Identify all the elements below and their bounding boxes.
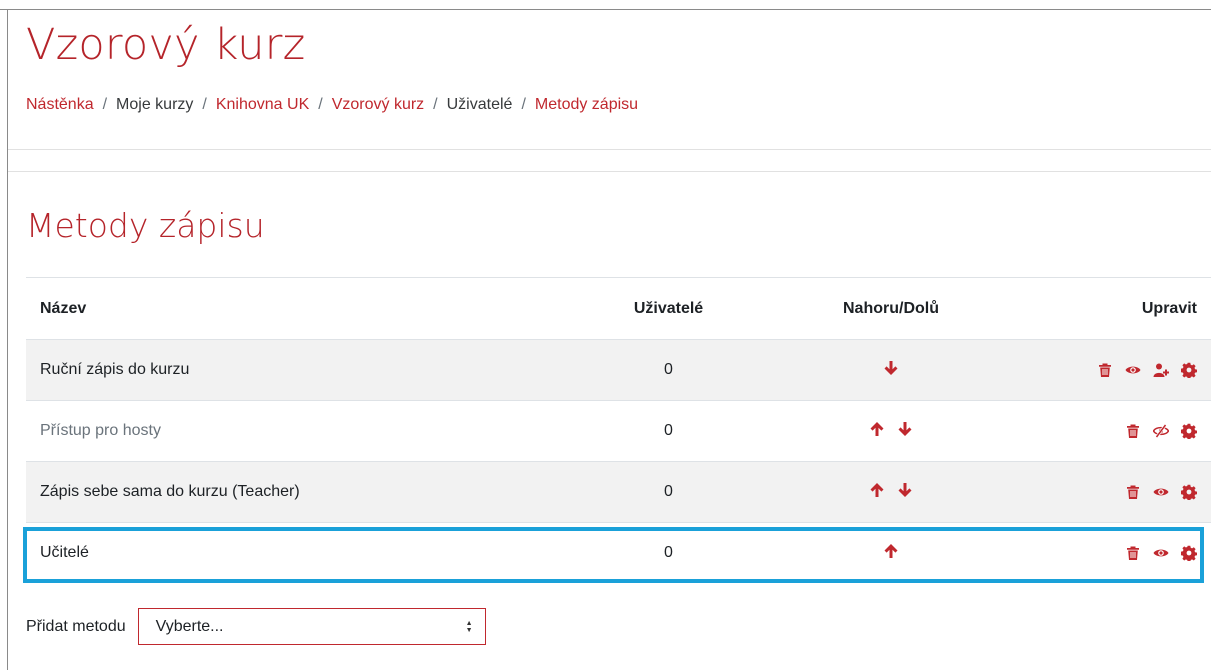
enrolment-methods-table: Název Uživatelé Nahoru/Dolů Upravit Ručn… [26, 277, 1211, 583]
table-row: Učitelé 0 [26, 522, 1211, 583]
move-controls [751, 421, 1031, 442]
edit-controls [1031, 423, 1211, 439]
move-controls [751, 482, 1031, 503]
window-top-edge [0, 0, 1211, 10]
add-method-row: Přidat metodu Vyberte... ▲ ▼ [26, 608, 486, 645]
user-count: 0 [664, 361, 673, 378]
trash-icon[interactable] [1097, 362, 1113, 378]
breadcrumb-item-dashboard[interactable]: Nástěnka [26, 96, 94, 114]
table-row: Zápis sebe sama do kurzu (Teacher) 0 [26, 461, 1211, 522]
breadcrumb-separator: / [318, 96, 323, 113]
column-header-move: Nahoru/Dolů [843, 299, 939, 317]
arrow-up-icon[interactable] [869, 421, 885, 437]
eye-icon[interactable] [1153, 545, 1169, 561]
table-row: Přístup pro hosty 0 [26, 400, 1211, 461]
move-controls [751, 360, 1031, 381]
add-method-select[interactable]: Vyberte... ▲ ▼ [137, 608, 486, 645]
breadcrumb-separator: / [521, 96, 526, 113]
breadcrumb: Nástěnka / Moje kurzy / Knihovna UK / Vz… [26, 96, 638, 114]
method-name: Přístup pro hosty [40, 422, 161, 439]
eye-slash-icon[interactable] [1153, 423, 1169, 439]
eye-icon[interactable] [1125, 362, 1141, 378]
breadcrumb-separator: / [202, 96, 207, 113]
edit-controls [1031, 362, 1211, 378]
method-name: Ruční zápis do kurzu [40, 361, 190, 378]
breadcrumb-separator: / [102, 96, 108, 113]
user-count: 0 [664, 483, 673, 500]
page-title: Vzorový kurz [26, 20, 306, 70]
gear-icon[interactable] [1181, 484, 1197, 500]
move-controls [751, 543, 1031, 564]
trash-icon[interactable] [1125, 484, 1141, 500]
table-header-row: Název Uživatelé Nahoru/Dolů Upravit [26, 277, 1211, 339]
method-name: Učitelé [40, 544, 89, 561]
select-caret-icon: ▲ ▼ [465, 619, 473, 634]
breadcrumb-item-my-courses: Moje kurzy [116, 96, 194, 113]
eye-icon[interactable] [1153, 484, 1169, 500]
user-count: 0 [664, 544, 673, 561]
table-row: Ruční zápis do kurzu 0 [26, 339, 1211, 400]
divider [8, 149, 1211, 150]
window-left-edge [7, 10, 8, 670]
trash-icon[interactable] [1125, 545, 1141, 561]
edit-controls [1031, 484, 1211, 500]
add-method-label: Přidat metodu [26, 617, 126, 635]
trash-icon[interactable] [1125, 423, 1141, 439]
arrow-up-icon[interactable] [869, 482, 885, 498]
column-header-name: Název [40, 299, 87, 317]
arrow-down-icon[interactable] [897, 482, 913, 498]
gear-icon[interactable] [1181, 362, 1197, 378]
breadcrumb-item-category[interactable]: Knihovna UK [216, 96, 309, 114]
enrol-users-icon[interactable] [1153, 362, 1169, 378]
breadcrumb-item-users: Uživatelé [446, 96, 513, 113]
section-title: Metody zápisu [26, 206, 265, 245]
gear-icon[interactable] [1181, 423, 1197, 439]
arrow-up-icon[interactable] [883, 543, 899, 559]
arrow-down-icon[interactable] [897, 421, 913, 437]
method-name: Zápis sebe sama do kurzu (Teacher) [40, 483, 300, 500]
breadcrumb-item-enrolment-methods[interactable]: Metody zápisu [535, 96, 638, 114]
divider [8, 171, 1211, 172]
column-header-edit: Upravit [1141, 299, 1197, 317]
column-header-users: Uživatelé [633, 299, 704, 317]
breadcrumb-separator: / [433, 96, 438, 113]
arrow-down-icon[interactable] [883, 360, 899, 376]
edit-controls [1031, 545, 1211, 561]
gear-icon[interactable] [1181, 545, 1197, 561]
breadcrumb-item-course[interactable]: Vzorový kurz [332, 96, 424, 114]
user-count: 0 [664, 422, 673, 439]
select-value: Vyberte... [155, 617, 224, 635]
